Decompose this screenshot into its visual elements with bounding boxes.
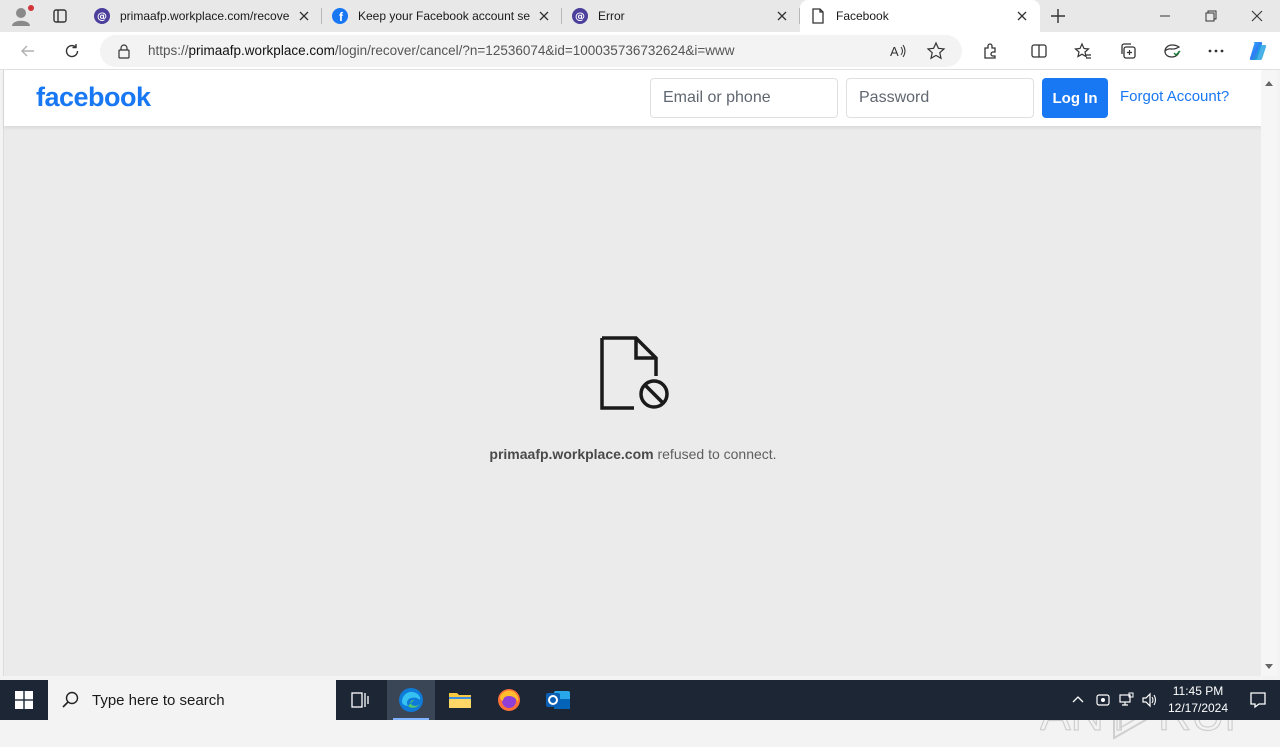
close-icon[interactable]	[774, 8, 790, 24]
close-window-icon[interactable]	[1234, 0, 1280, 32]
windows-start-icon[interactable]	[0, 680, 48, 720]
blocked-page-icon	[598, 336, 670, 412]
tab-facebook-secure[interactable]: f Keep your Facebook account sec	[322, 0, 562, 32]
more-options-icon[interactable]	[1202, 37, 1230, 65]
browser-window: @ primaafp.workplace.com/recove f Keep y…	[0, 0, 1280, 741]
network-icon[interactable]	[1116, 690, 1136, 710]
file-explorer-icon[interactable]	[436, 680, 484, 720]
tab-title: Error	[598, 9, 625, 23]
minimize-icon[interactable]	[1142, 0, 1188, 32]
clock-time: 11:45 PM	[1172, 684, 1224, 698]
facebook-header: facebook Log In Forgot Account?	[4, 70, 1262, 126]
facebook-icon: f	[332, 8, 348, 24]
restore-icon[interactable]	[1188, 0, 1234, 32]
error-text: refused to connect.	[653, 446, 777, 462]
email-field[interactable]	[650, 78, 838, 118]
edge-app-icon[interactable]	[387, 680, 435, 720]
collections-icon[interactable]	[1114, 37, 1142, 65]
tab-error[interactable]: @ Error	[562, 0, 800, 32]
volume-icon[interactable]	[1140, 690, 1160, 710]
chevron-up-icon[interactable]	[1068, 690, 1088, 710]
refresh-icon[interactable]	[58, 37, 86, 65]
svg-text:A: A	[890, 44, 899, 59]
search-placeholder: Type here to search	[92, 691, 225, 709]
search-icon	[62, 691, 80, 709]
back-icon[interactable]	[14, 37, 42, 65]
url-text: https://primaafp.workplace.com/login/rec…	[148, 43, 735, 58]
system-clock[interactable]: 11:45 PM 12/17/2024	[1160, 683, 1236, 717]
firefox-icon[interactable]	[485, 680, 533, 720]
tab-title: primaafp.workplace.com/recove	[120, 9, 290, 23]
svg-text:@: @	[97, 12, 107, 23]
error-host: primaafp.workplace.com	[489, 446, 654, 462]
login-button[interactable]: Log In	[1042, 78, 1108, 118]
scroll-down-icon[interactable]	[1264, 658, 1274, 669]
taskbar: Type here to search 11:45 PM 12/17/2024	[0, 680, 1280, 720]
tab-strip: @ primaafp.workplace.com/recove f Keep y…	[0, 0, 1280, 32]
tab-title: Facebook	[836, 9, 889, 23]
taskbar-search[interactable]: Type here to search	[48, 680, 336, 720]
tab-facebook[interactable]: Facebook	[800, 0, 1040, 32]
tab-title: Keep your Facebook account sec	[358, 9, 530, 23]
forgot-account-link[interactable]: Forgot Account?	[1120, 88, 1229, 105]
close-icon[interactable]	[296, 8, 312, 24]
tab-workplace-recover[interactable]: @ primaafp.workplace.com/recove	[84, 0, 322, 32]
lock-icon[interactable]	[116, 43, 132, 59]
extensions-icon[interactable]	[977, 37, 1005, 65]
notifications-icon[interactable]	[1236, 680, 1280, 720]
read-aloud-icon[interactable]: A	[888, 41, 908, 61]
split-screen-icon[interactable]	[1025, 37, 1053, 65]
workplace-icon: @	[94, 8, 110, 24]
close-icon[interactable]	[536, 8, 552, 24]
password-field[interactable]	[846, 78, 1034, 118]
favorite-star-icon[interactable]	[926, 41, 946, 61]
profile-icon[interactable]	[8, 4, 34, 28]
browser-essentials-icon[interactable]	[1158, 37, 1186, 65]
favorites-icon[interactable]	[1069, 37, 1097, 65]
close-icon[interactable]	[1014, 8, 1030, 24]
address-bar[interactable]: https://primaafp.workplace.com/login/rec…	[100, 35, 962, 67]
vertical-scrollbar[interactable]	[1261, 70, 1277, 676]
task-view-icon[interactable]	[336, 680, 384, 720]
outlook-icon[interactable]	[534, 680, 582, 720]
scroll-up-icon[interactable]	[1264, 76, 1274, 86]
error-message: primaafp.workplace.com refused to connec…	[4, 446, 1262, 462]
svg-text:@: @	[575, 12, 585, 23]
page-viewport: facebook Log In Forgot Account? primaafp…	[3, 70, 1262, 741]
facebook-logo[interactable]: facebook	[36, 82, 151, 113]
new-tab-icon[interactable]	[1046, 4, 1070, 28]
workplace-icon: @	[572, 8, 588, 24]
tab-actions-icon[interactable]	[48, 6, 72, 26]
browser-toolbar: https://primaafp.workplace.com/login/rec…	[0, 32, 1280, 70]
page-icon	[810, 8, 826, 24]
clock-date: 12/17/2024	[1167, 701, 1229, 715]
meet-now-icon[interactable]	[1093, 690, 1113, 710]
copilot-icon[interactable]	[1244, 37, 1272, 65]
